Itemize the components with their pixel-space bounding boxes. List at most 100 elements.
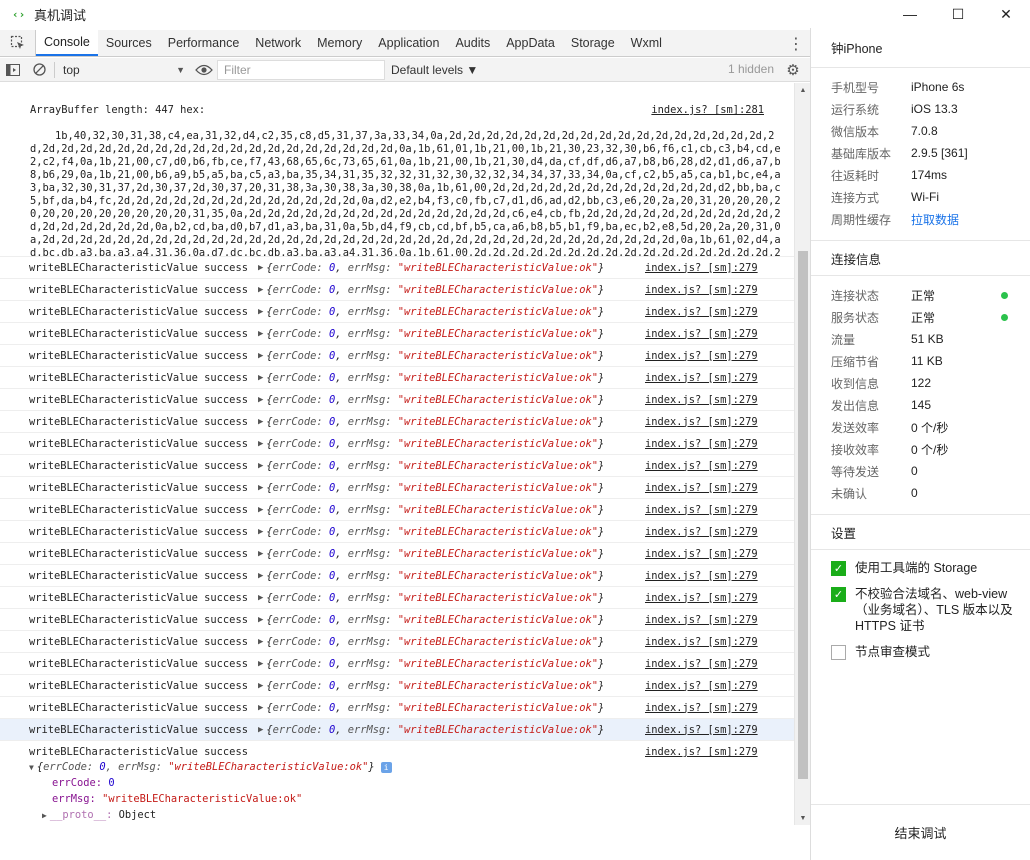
prop-proto[interactable]: ▶ __proto__: Object bbox=[0, 807, 794, 823]
log-object[interactable]: {errCode: 0, errMsg: "writeBLECharacteri… bbox=[266, 680, 604, 692]
expand-triangle-icon[interactable]: ▶ bbox=[258, 461, 263, 471]
close-button[interactable]: ✕ bbox=[982, 0, 1030, 28]
source-link[interactable]: index.js? [sm]:279 bbox=[645, 482, 758, 494]
source-link[interactable]: index.js? [sm]:279 bbox=[645, 350, 758, 362]
source-link[interactable]: index.js? [sm]:279 bbox=[645, 504, 758, 516]
tab-performance[interactable]: Performance bbox=[160, 30, 248, 56]
object-summary[interactable]: ▼ {errCode: 0, errMsg: "writeBLECharacte… bbox=[0, 759, 794, 775]
console-scrollbar[interactable]: ▲ ▼ bbox=[794, 83, 810, 825]
log-object[interactable]: {errCode: 0, errMsg: "writeBLECharacteri… bbox=[266, 328, 604, 340]
source-link[interactable]: index.js? [sm]:279 bbox=[645, 438, 758, 450]
source-link[interactable]: index.js? [sm]:279 bbox=[645, 592, 758, 604]
expand-triangle-icon[interactable]: ▶ bbox=[258, 681, 263, 691]
log-object[interactable]: {errCode: 0, errMsg: "writeBLECharacteri… bbox=[266, 416, 604, 428]
log-object[interactable]: {errCode: 0, errMsg: "writeBLECharacteri… bbox=[266, 570, 604, 582]
log-object[interactable]: {errCode: 0, errMsg: "writeBLECharacteri… bbox=[266, 394, 604, 406]
expand-triangle-icon[interactable]: ▶ bbox=[258, 439, 263, 449]
log-object[interactable]: {errCode: 0, errMsg: "writeBLECharacteri… bbox=[266, 702, 604, 714]
sidebar-toggle-button[interactable] bbox=[0, 58, 26, 82]
expand-triangle-icon[interactable]: ▶ bbox=[258, 549, 263, 559]
expand-triangle-icon[interactable]: ▶ bbox=[258, 307, 263, 317]
expand-triangle-icon[interactable]: ▶ bbox=[258, 659, 263, 669]
expand-triangle-icon[interactable]: ▶ bbox=[258, 615, 263, 625]
source-link[interactable]: index.js? [sm]:279 bbox=[645, 460, 758, 472]
expand-triangle-icon[interactable]: ▶ bbox=[258, 703, 263, 713]
log-object[interactable]: {errCode: 0, errMsg: "writeBLECharacteri… bbox=[266, 548, 604, 560]
source-link[interactable]: index.js? [sm]:279 bbox=[645, 658, 758, 670]
source-link[interactable]: index.js? [sm]:279 bbox=[645, 526, 758, 538]
expand-triangle-icon[interactable]: ▶ bbox=[258, 725, 263, 735]
context-select[interactable]: top ▼ bbox=[57, 60, 191, 80]
expand-triangle-icon[interactable]: ▶ bbox=[258, 505, 263, 515]
setting-option[interactable]: ✓ 使用工具端的 Storage bbox=[811, 560, 1030, 576]
filter-input[interactable] bbox=[217, 59, 385, 80]
log-object[interactable]: {errCode: 0, errMsg: "writeBLECharacteri… bbox=[266, 350, 604, 362]
expand-triangle-icon[interactable]: ▶ bbox=[258, 483, 263, 493]
source-link[interactable]: index.js? [sm]:279 bbox=[645, 724, 758, 736]
tab-appdata[interactable]: AppData bbox=[498, 30, 563, 56]
log-object[interactable]: {errCode: 0, errMsg: "writeBLECharacteri… bbox=[266, 460, 604, 472]
log-object[interactable]: {errCode: 0, errMsg: "writeBLECharacteri… bbox=[266, 592, 604, 604]
source-link[interactable]: index.js? [sm]:279 bbox=[645, 680, 758, 692]
source-link[interactable]: index.js? [sm]:279 bbox=[645, 262, 758, 274]
live-expression-button[interactable] bbox=[191, 58, 217, 82]
source-link[interactable]: index.js? [sm]:281 bbox=[651, 104, 764, 117]
maximize-button[interactable]: ☐ bbox=[934, 0, 982, 28]
source-link[interactable]: index.js? [sm]:279 bbox=[645, 416, 758, 428]
expand-triangle-icon[interactable]: ▶ bbox=[258, 637, 263, 647]
source-link[interactable]: index.js? [sm]:279 bbox=[645, 702, 758, 714]
checkbox[interactable]: ✓ bbox=[831, 561, 846, 576]
tab-sources[interactable]: Sources bbox=[98, 30, 160, 56]
expand-triangle-icon[interactable]: ▶ bbox=[258, 593, 263, 603]
minimize-button[interactable]: — bbox=[886, 0, 934, 28]
log-object[interactable]: {errCode: 0, errMsg: "writeBLECharacteri… bbox=[266, 262, 604, 274]
scroll-down-icon[interactable]: ▼ bbox=[795, 811, 811, 825]
source-link[interactable]: index.js? [sm]:279 bbox=[645, 570, 758, 582]
source-link[interactable]: index.js? [sm]:279 bbox=[645, 328, 758, 340]
source-link[interactable]: index.js? [sm]:279 bbox=[645, 306, 758, 318]
scroll-up-icon[interactable]: ▲ bbox=[795, 83, 811, 97]
source-link[interactable]: index.js? [sm]:279 bbox=[645, 284, 758, 296]
tab-network[interactable]: Network bbox=[247, 30, 309, 56]
scroll-thumb[interactable] bbox=[798, 251, 808, 779]
log-object[interactable]: {errCode: 0, errMsg: "writeBLECharacteri… bbox=[266, 284, 604, 296]
tab-application[interactable]: Application bbox=[370, 30, 447, 56]
expand-triangle-icon[interactable]: ▶ bbox=[258, 285, 263, 295]
source-link[interactable]: index.js? [sm]:279 bbox=[645, 394, 758, 406]
expand-triangle-icon[interactable]: ▶ bbox=[258, 263, 263, 273]
expand-triangle-icon[interactable]: ▶ bbox=[258, 527, 263, 537]
log-object[interactable]: {errCode: 0, errMsg: "writeBLECharacteri… bbox=[266, 724, 604, 736]
checkbox[interactable]: ✓ bbox=[831, 587, 846, 602]
end-debug-button[interactable]: 结束调试 bbox=[811, 804, 1030, 860]
console-settings-button[interactable]: ⚙ bbox=[782, 59, 804, 81]
expand-triangle-icon[interactable]: ▶ bbox=[258, 395, 263, 405]
log-levels-dropdown[interactable]: Default levels ▼ bbox=[391, 63, 501, 77]
expand-triangle-icon[interactable]: ▶ bbox=[258, 329, 263, 339]
log-object[interactable]: {errCode: 0, errMsg: "writeBLECharacteri… bbox=[266, 438, 604, 450]
log-object[interactable]: {errCode: 0, errMsg: "writeBLECharacteri… bbox=[266, 372, 604, 384]
expand-triangle-icon[interactable]: ▶ bbox=[258, 351, 263, 361]
log-object[interactable]: {errCode: 0, errMsg: "writeBLECharacteri… bbox=[266, 482, 604, 494]
log-object[interactable]: {errCode: 0, errMsg: "writeBLECharacteri… bbox=[266, 504, 604, 516]
tab-storage[interactable]: Storage bbox=[563, 30, 623, 56]
tab-wxml[interactable]: Wxml bbox=[623, 30, 670, 56]
expand-triangle-icon[interactable]: ▶ bbox=[258, 571, 263, 581]
log-object[interactable]: {errCode: 0, errMsg: "writeBLECharacteri… bbox=[266, 614, 604, 626]
expand-triangle-icon[interactable]: ▶ bbox=[258, 373, 263, 383]
source-link[interactable]: index.js? [sm]:279 bbox=[645, 614, 758, 626]
console-output[interactable]: ArrayBuffer length: 447 hex: index.js? [s… bbox=[0, 83, 794, 825]
log-object[interactable]: {errCode: 0, errMsg: "writeBLECharacteri… bbox=[266, 306, 604, 318]
tab-console[interactable]: Console bbox=[36, 30, 98, 56]
source-link[interactable]: index.js? [sm]:279 bbox=[645, 746, 758, 758]
log-object[interactable]: {errCode: 0, errMsg: "writeBLECharacteri… bbox=[266, 526, 604, 538]
more-menu-button[interactable]: ⋮ bbox=[788, 30, 804, 57]
tab-memory[interactable]: Memory bbox=[309, 30, 370, 56]
tab-audits[interactable]: Audits bbox=[447, 30, 498, 56]
checkbox[interactable] bbox=[831, 645, 846, 660]
setting-option[interactable]: 节点审查模式 bbox=[811, 644, 1030, 660]
clear-console-button[interactable] bbox=[26, 58, 52, 82]
source-link[interactable]: index.js? [sm]:279 bbox=[645, 548, 758, 560]
log-object[interactable]: {errCode: 0, errMsg: "writeBLECharacteri… bbox=[266, 658, 604, 670]
log-object[interactable]: {errCode: 0, errMsg: "writeBLECharacteri… bbox=[266, 636, 604, 648]
inspect-element-button[interactable] bbox=[0, 30, 36, 56]
